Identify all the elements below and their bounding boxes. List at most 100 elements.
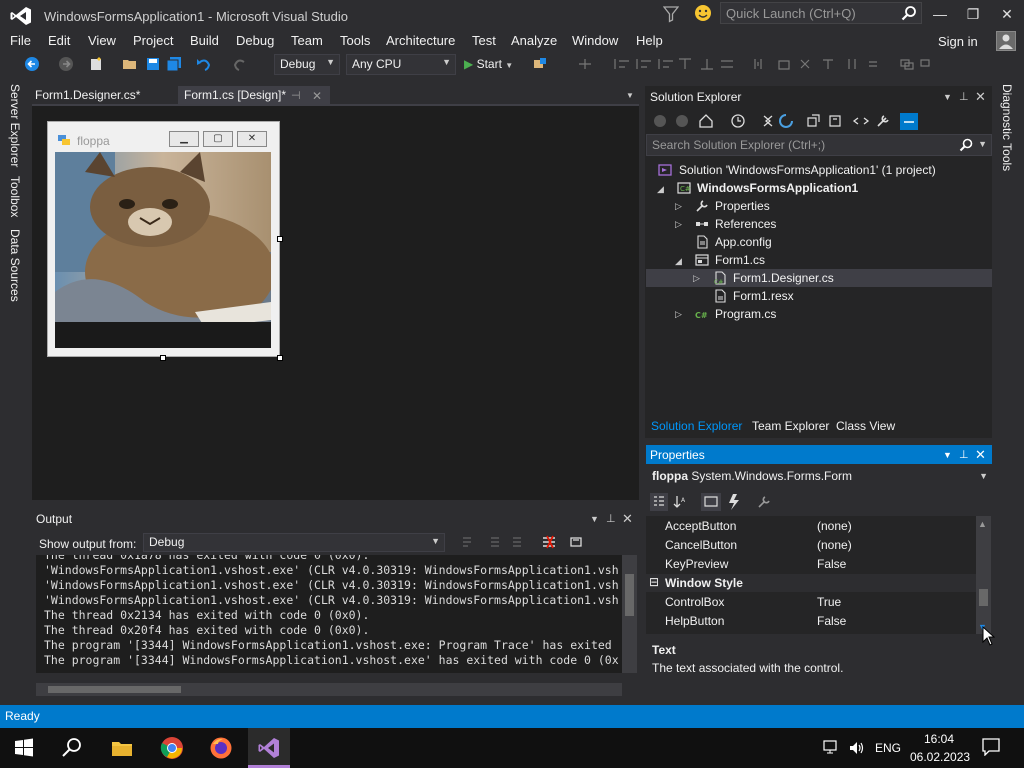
firefox-icon[interactable] (209, 736, 233, 760)
menu-project[interactable]: Project (133, 33, 173, 48)
close-panel-icon[interactable]: ✕ (622, 511, 633, 527)
data-sources-tab[interactable]: Data Sources (8, 229, 22, 302)
pin-panel-icon[interactable]: ⊥ (959, 448, 969, 461)
start-button[interactable]: ▶ Start ▼ (464, 57, 513, 71)
solution-platform-select[interactable]: Any CPU ▼ (346, 54, 456, 75)
menu-view[interactable]: View (88, 33, 116, 48)
collapsed-arrow-icon[interactable]: ▷ (675, 309, 682, 320)
menu-tools[interactable]: Tools (340, 33, 370, 48)
menu-window[interactable]: Window (572, 33, 618, 48)
form-minimize-button[interactable]: ▁ (169, 131, 199, 147)
output-vertical-scroll-thumb[interactable] (625, 574, 634, 616)
collapsed-arrow-icon[interactable]: ▷ (675, 219, 682, 230)
property-value[interactable]: True (817, 595, 841, 609)
tree-item-form1-resx[interactable]: Form1.resx (733, 289, 794, 303)
visual-studio-icon[interactable] (257, 736, 281, 760)
property-value[interactable]: False (817, 614, 846, 628)
resize-handle-bottom[interactable] (160, 355, 166, 361)
network-icon[interactable] (823, 740, 841, 756)
picturebox-cat-image[interactable] (55, 152, 271, 348)
sign-in-link[interactable]: Sign in (938, 34, 978, 49)
expanded-arrow-icon[interactable]: ◢ (675, 256, 682, 267)
property-value[interactable]: False (817, 557, 846, 571)
minimize-button[interactable]: — (928, 4, 952, 24)
navigate-back-icon[interactable] (24, 56, 40, 72)
tree-item-project[interactable]: WindowsFormsApplication1 (697, 181, 858, 195)
menu-file[interactable]: File (10, 33, 31, 48)
tree-item-solution[interactable]: Solution 'WindowsFormsApplication1' (1 p… (679, 163, 936, 177)
save-all-icon[interactable] (166, 56, 182, 72)
search-icon[interactable] (60, 736, 84, 760)
solution-explorer-search-input[interactable]: Search Solution Explorer (Ctrl+;) ▼ (646, 134, 992, 156)
new-project-icon[interactable] (88, 56, 104, 72)
tree-item-references[interactable]: References (715, 217, 776, 231)
panel-menu-chevron-icon[interactable]: ▼ (943, 92, 952, 102)
feedback-smiley-icon[interactable] (694, 4, 712, 22)
windows-start-icon[interactable] (12, 736, 36, 760)
property-name[interactable]: AcceptButton (665, 519, 736, 533)
account-avatar[interactable] (996, 31, 1016, 51)
volume-icon[interactable] (848, 740, 866, 756)
search-icon[interactable] (901, 5, 917, 21)
menu-build[interactable]: Build (190, 33, 219, 48)
pin-tab-icon[interactable]: ⊣ (291, 89, 301, 102)
properties-object-select[interactable]: floppa System.Windows.Forms.Form ▼ (646, 467, 992, 487)
menu-debug[interactable]: Debug (236, 33, 274, 48)
chrome-icon[interactable] (160, 736, 184, 760)
diagnostic-tools-tab[interactable]: Diagnostic Tools (1000, 84, 1014, 171)
property-name[interactable]: KeyPreview (665, 557, 728, 571)
tree-item-form1-designer-cs[interactable]: Form1.Designer.cs (733, 271, 834, 285)
resize-handle-right[interactable] (277, 236, 283, 242)
clock-time[interactable]: 16:04 (924, 732, 954, 746)
tab-team-explorer[interactable]: Team Explorer (752, 419, 829, 433)
close-panel-icon[interactable]: ✕ (975, 447, 986, 463)
search-icon[interactable] (959, 138, 973, 152)
redo-icon[interactable] (232, 56, 248, 72)
tree-item-properties[interactable]: Properties (715, 199, 770, 213)
open-file-icon[interactable] (122, 56, 138, 72)
server-explorer-tab[interactable]: Server Explorer (8, 84, 22, 167)
notifications-icon[interactable] (982, 738, 1000, 756)
menu-help[interactable]: Help (636, 33, 663, 48)
expanded-arrow-icon[interactable]: ◢ (657, 184, 664, 195)
file-explorer-icon[interactable] (110, 736, 134, 760)
menu-test[interactable]: Test (472, 33, 496, 48)
tab-form1-design[interactable]: Form1.cs [Design]* (178, 86, 330, 105)
notifications-filter-icon[interactable] (663, 5, 679, 23)
toolbar-action-icon[interactable] (532, 56, 548, 72)
tab-form1-designer-cs[interactable]: Form1.Designer.cs* (32, 86, 177, 105)
menu-edit[interactable]: Edit (48, 33, 70, 48)
restore-button[interactable]: ❐ (961, 4, 985, 24)
menu-analyze[interactable]: Analyze (511, 33, 557, 48)
property-name[interactable]: CancelButton (665, 538, 737, 552)
navigate-forward-icon[interactable] (58, 56, 74, 72)
property-name[interactable]: HelpButton (665, 614, 724, 628)
panel-menu-chevron-icon[interactable]: ▼ (943, 450, 952, 460)
document-list-chevron-icon[interactable]: ▼ (626, 91, 634, 100)
clock-date[interactable]: 06.02.2023 (910, 750, 970, 764)
pin-panel-icon[interactable]: ⊥ (959, 90, 969, 103)
tab-class-view[interactable]: Class View (836, 419, 895, 433)
property-value[interactable]: (none) (817, 538, 852, 552)
output-source-select[interactable]: Debug ▼ (143, 533, 445, 552)
properties-vertical-scrollbar[interactable] (976, 516, 991, 634)
menu-architecture[interactable]: Architecture (386, 33, 455, 48)
tree-item-form1-cs[interactable]: Form1.cs (715, 253, 765, 267)
panel-menu-chevron-icon[interactable]: ▼ (590, 514, 599, 524)
property-name[interactable]: ControlBox (665, 595, 724, 609)
close-panel-icon[interactable]: ✕ (975, 89, 986, 105)
menu-team[interactable]: Team (291, 33, 323, 48)
input-language[interactable]: ENG (875, 741, 901, 755)
tab-solution-explorer[interactable]: Solution Explorer (651, 419, 742, 433)
quick-launch-input[interactable]: Quick Launch (Ctrl+Q) (720, 2, 922, 24)
solution-configuration-select[interactable]: Debug ▼ (274, 54, 340, 75)
tree-item-app-config[interactable]: App.config (715, 235, 772, 249)
pin-panel-icon[interactable]: ⊥ (606, 512, 616, 525)
output-horizontal-scroll-thumb[interactable] (48, 686, 181, 693)
form-maximize-button[interactable]: ▢ (203, 131, 233, 147)
collapsed-arrow-icon[interactable]: ▷ (675, 201, 682, 212)
collapsed-arrow-icon[interactable]: ▷ (693, 273, 700, 284)
properties-scroll-thumb[interactable] (979, 589, 988, 606)
tree-item-program-cs[interactable]: Program.cs (715, 307, 776, 321)
save-icon[interactable] (145, 56, 161, 72)
